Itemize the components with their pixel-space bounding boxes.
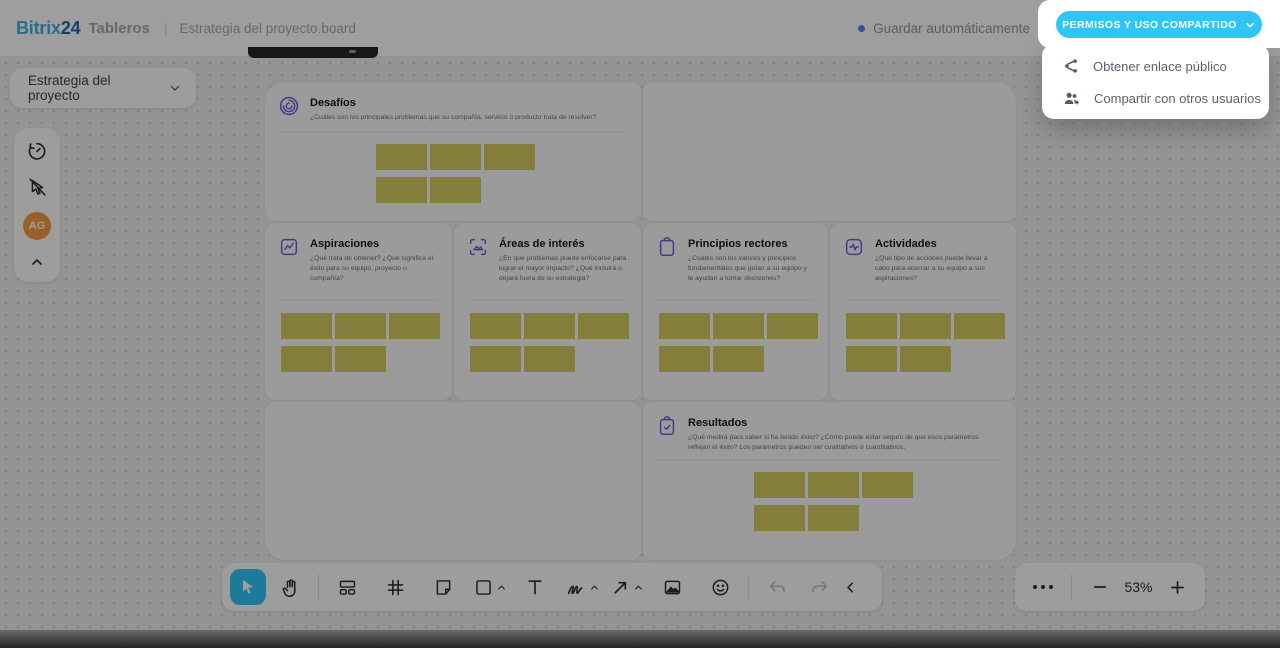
chevron-down-icon (1246, 22, 1254, 27)
menu-item-label: Compartir con otros usuarios (1094, 90, 1261, 106)
share-icon (1065, 59, 1077, 73)
permissions-share-button[interactable]: PERMISOS Y USO COMPARTIDO (1056, 11, 1262, 38)
menu-item-label: Obtener enlace público (1093, 58, 1227, 74)
menu-item-share-users[interactable]: Compartir con otros usuarios (1042, 82, 1269, 114)
screen: Bitrix24 Tableros | Estrategia del proye… (0, 0, 1280, 648)
menu-item-public-link[interactable]: Obtener enlace público (1042, 50, 1269, 82)
share-popup-header: PERMISOS Y USO COMPARTIDO (1038, 0, 1280, 48)
permissions-share-label: PERMISOS Y USO COMPARTIDO (1062, 18, 1237, 31)
user-plus-icon (1064, 92, 1079, 104)
share-dropdown-menu: Obtener enlace público Compartir con otr… (1042, 44, 1269, 119)
